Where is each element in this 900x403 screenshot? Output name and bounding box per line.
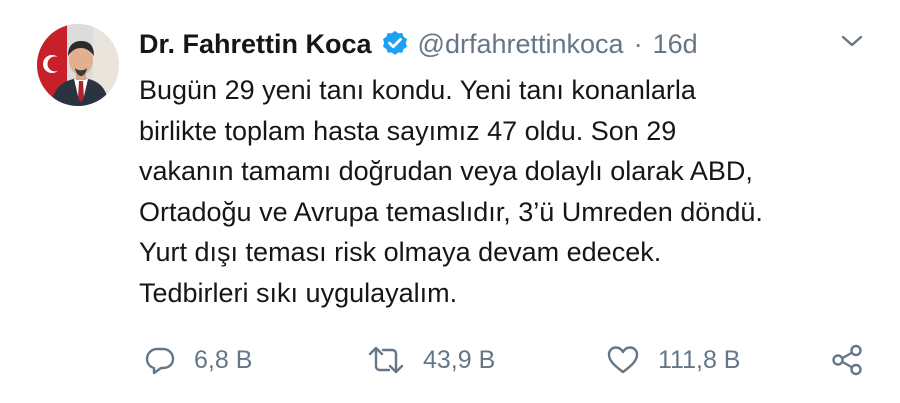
like-count: 111,8 B — [658, 345, 741, 374]
reply-button[interactable]: 6,8 B — [144, 340, 252, 380]
retweet-button[interactable]: 43,9 B — [367, 340, 495, 380]
retweet-icon — [368, 346, 404, 374]
tweet[interactable]: Dr. Fahrettin Koca @drfahrettinkoca · 16… — [0, 0, 900, 403]
like-button[interactable]: 111,8 B — [606, 340, 740, 380]
reply-count: 6,8 B — [194, 345, 253, 374]
reply-icon — [145, 347, 175, 375]
heart-icon — [607, 346, 639, 374]
tweet-text: Bugün 29 yeni tanı kondu. Yeni tanı kona… — [139, 75, 763, 308]
dot-separator: · — [633, 28, 643, 59]
avatar[interactable] — [37, 24, 119, 106]
tweet-header: Dr. Fahrettin Koca @drfahrettinkoca · 16… — [139, 24, 698, 64]
share-button[interactable] — [830, 340, 882, 380]
chevron-down-icon[interactable] — [838, 30, 866, 52]
tweet-timestamp[interactable]: 16d — [653, 29, 698, 60]
author-handle[interactable]: @drfahrettinkoca — [418, 29, 624, 60]
verified-badge-icon — [380, 29, 410, 59]
author-name[interactable]: Dr. Fahrettin Koca — [139, 29, 372, 60]
retweet-count: 43,9 B — [423, 345, 496, 374]
share-icon — [832, 344, 862, 376]
profile-photo — [37, 24, 119, 106]
